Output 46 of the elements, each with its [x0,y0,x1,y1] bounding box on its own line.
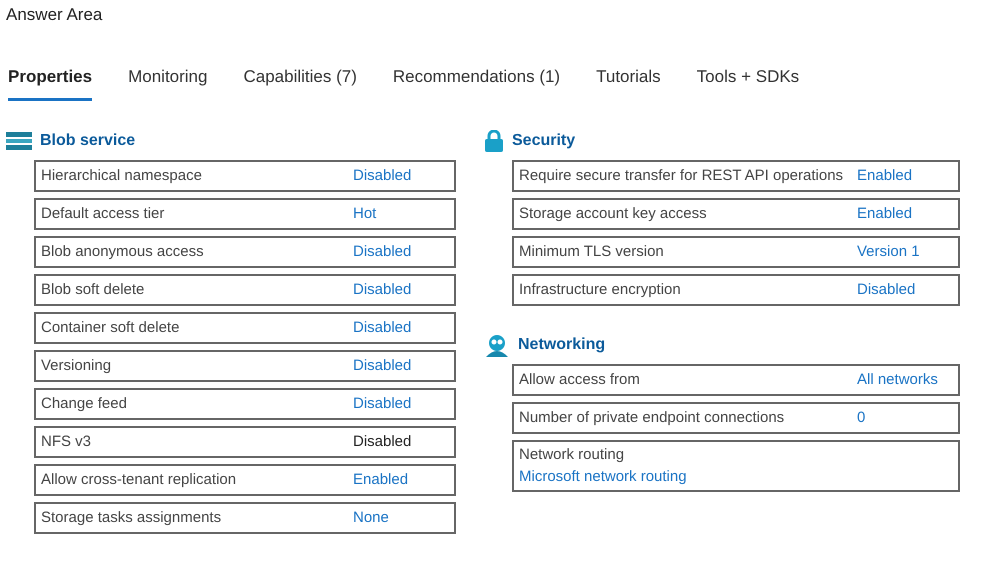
property-value[interactable]: All networks [857,370,953,390]
section-title: Blob service [40,131,136,151]
tab[interactable]: Tutorials [596,64,661,100]
property-label: Allow access from [519,370,641,390]
property-label: NFS v3 [41,432,92,452]
property-value[interactable]: Disabled [353,318,449,338]
page-title: Answer Area [5,4,104,26]
tab[interactable]: Recommendations (1) [392,64,560,100]
property-value[interactable]: Enabled [857,204,953,224]
property-label: Change feed [41,394,128,414]
property-value[interactable]: Disabled [353,166,449,186]
property-value[interactable]: Disabled [857,280,953,300]
section-title: Networking [518,335,606,355]
property-value[interactable]: Disabled [353,356,449,376]
property-value[interactable]: Hot [353,204,449,224]
property-label: Minimum TLS version [519,242,665,262]
property-value[interactable]: Disabled [353,242,449,262]
storage-icon [6,132,32,150]
tab[interactable]: Capabilities (7) [243,64,357,100]
tab[interactable]: Properties [8,64,92,100]
property-value[interactable]: Enabled [353,470,449,490]
property-label: Default access tier [41,204,166,224]
property-value[interactable]: 0 [857,408,953,428]
property-value[interactable]: None [353,508,449,528]
property-label: Hierarchical namespace [41,166,203,186]
property-value[interactable]: Microsoft network routing [519,466,953,488]
property-label: Blob anonymous access [41,242,205,262]
lock-icon [484,130,504,152]
property-label: Require secure transfer for REST API operations [519,166,844,186]
property-label: Network routing [519,445,626,465]
tab[interactable]: Tools + SDKs [696,64,800,100]
property-value[interactable]: Disabled [353,280,449,300]
property-label: Allow cross-tenant replication [41,470,238,490]
property-label: Infrastructure encryption [519,280,682,300]
property-value: Disabled [353,432,412,452]
property-label: Storage tasks assignments [41,508,222,528]
property-label: Versioning [41,356,112,376]
property-label: Number of private endpoint connections [519,408,786,428]
property-value[interactable]: Disabled [353,394,449,414]
property-value[interactable]: Enabled [857,166,953,186]
property-label: Blob soft delete [41,280,146,300]
tab[interactable]: Monitoring [128,64,208,100]
property-label: Container soft delete [41,318,180,338]
section-title: Security [512,131,576,151]
property-label: Storage account key access [519,204,708,224]
property-value[interactable]: Version 1 [857,242,953,262]
